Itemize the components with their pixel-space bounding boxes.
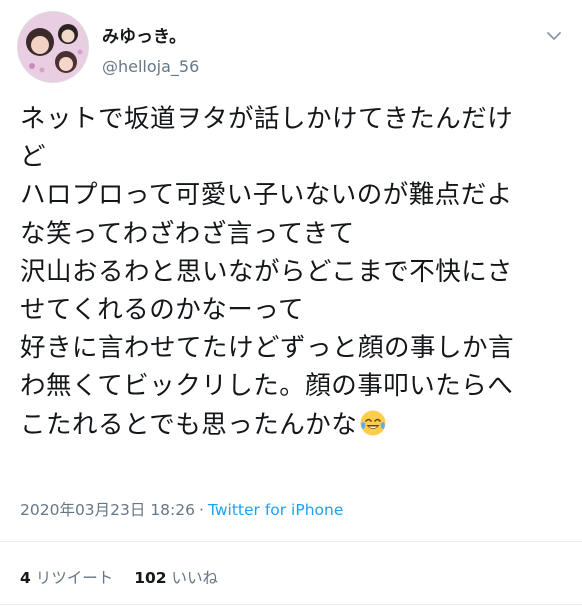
tweet-stats: 4 リツイート 102 いいね bbox=[20, 566, 234, 588]
tweet-header: みゆっき。 @helloja_56 bbox=[18, 12, 564, 84]
likes-stat[interactable]: 102 いいね bbox=[134, 569, 218, 587]
tweet-meta: 2020年03月23日 18:26 · Twitter for iPhone bbox=[20, 498, 343, 520]
tweet-text: ネットで坂道ヲタが話しかけてきたんだけ ど ハロプロって可愛い子いないのが難点だ… bbox=[20, 100, 565, 444]
tweet-line-last: こたれるとでも思ったんかな bbox=[20, 406, 565, 444]
chevron-down-icon[interactable] bbox=[544, 26, 564, 46]
tweet-source-link[interactable]: Twitter for iPhone bbox=[208, 501, 343, 519]
timestamp[interactable]: 2020年03月23日 18:26 bbox=[20, 501, 195, 519]
tweet-line: せてくれるのかなーって bbox=[20, 295, 304, 326]
user-handle[interactable]: @helloja_56 bbox=[102, 57, 199, 76]
divider bbox=[0, 604, 582, 605]
tweet-line: ど bbox=[20, 142, 47, 173]
likes-label: いいね bbox=[171, 569, 218, 587]
tweet-line: 好きに言わせてたけどずっと顔の事しか言 bbox=[20, 333, 515, 364]
tweet-line: ネットで坂道ヲタが話しかけてきたんだけ bbox=[20, 104, 514, 134]
tweet-line: わ無くてビックリした。顔の事叩いたらへ bbox=[20, 371, 514, 402]
divider bbox=[0, 541, 582, 542]
joy-emoji-icon bbox=[359, 409, 387, 437]
retweets-label: リツイート bbox=[35, 569, 114, 587]
retweets-stat[interactable]: 4 リツイート bbox=[20, 569, 113, 587]
meta-separator: · bbox=[199, 501, 204, 519]
tweet-line: ハロプロって可愛い子いないのが難点だよ bbox=[20, 180, 513, 211]
tweet-line-text: こたれるとでも思ったんかな bbox=[20, 409, 358, 440]
tweet-line: な笑ってわざわざ言ってきて bbox=[20, 218, 355, 249]
avatar[interactable] bbox=[18, 12, 88, 82]
avatar-image bbox=[18, 12, 88, 82]
likes-count: 102 bbox=[134, 569, 167, 587]
tweet-line: 沢山おるわと思いながらどこまで不快にさ bbox=[20, 256, 513, 287]
retweets-count: 4 bbox=[20, 569, 31, 587]
display-name[interactable]: みゆっき。 bbox=[102, 22, 186, 47]
